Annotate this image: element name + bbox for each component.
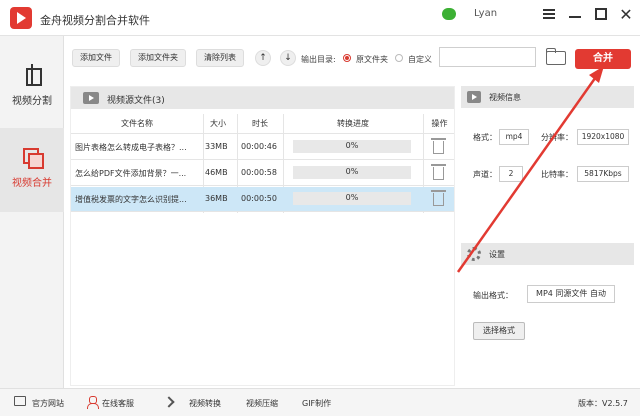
sidebar-item-split[interactable]: 视频分割 [0,46,64,130]
split-icon [21,64,43,86]
wechat-icon[interactable] [442,8,456,20]
video-info-title: 视频信息 [489,93,521,102]
gear-icon [467,247,481,261]
table-row[interactable]: 图片表格怎么转成电子表格？... 33MB 00:00:46 0% [71,135,454,160]
move-up-icon[interactable]: ↑ [255,50,271,66]
output-path-input[interactable] [439,47,536,67]
format-value: mp4 [499,129,529,145]
sidebar-item-merge[interactable]: 视频合并 [0,128,64,212]
channels-label: 声道： [473,170,497,179]
source-folder-radio[interactable] [343,54,351,62]
table-row[interactable]: 增值税发票的文字怎么识别提... 36MB 00:00:50 0% [71,187,454,212]
add-file-button[interactable]: 添加文件 [72,49,120,67]
column-header: 转换进度 [337,119,369,128]
file-name: 图片表格怎么转成电子表格？... [75,143,187,152]
video-info-header: 视频信息 [461,86,634,108]
progress-text: 0% [345,167,359,176]
online-support-link[interactable]: 在线客服 [102,398,134,409]
video-file-icon [83,92,99,104]
version-text: 版本：V2.5.7 [578,399,628,408]
merge-button[interactable]: 合并 [575,49,631,69]
output-format-label: 输出格式： [473,291,513,300]
custom-radio[interactable] [395,54,403,62]
output-format-field[interactable]: MP4 同源文件 自动 [527,285,615,303]
file-name: 怎么给PDF文件添加背景？一... [75,169,187,178]
video-compress-link[interactable]: 视频压缩 [246,398,278,409]
output-dir-label: 输出目录: [301,55,336,64]
column-header: 操作 [431,119,448,128]
file-list-panel: 视频源文件(3) 文件名称 大小 时长 转换进度 操作 图片表格怎么转成电子表格… [70,86,455,386]
convert-icon [163,396,175,408]
file-duration: 00:00:58 [241,168,277,177]
source-folder-label[interactable]: 原文件夹 [356,54,388,65]
app-title: 金舟视频分割合并软件 [40,14,150,27]
choose-format-button[interactable]: 选择格式 [473,322,525,340]
progress-text: 0% [345,193,359,202]
file-duration: 00:00:50 [241,194,277,203]
channels-value: 2 [499,166,523,182]
sidebar-item-label: 视频合并 [12,178,52,189]
toolbar: 添加文件 添加文件夹 清除列表 ↑ ↓ 输出目录: 原文件夹 自定义 合并 [64,36,640,80]
monitor-icon [14,396,26,406]
file-size: 36MB [205,194,228,203]
column-header: 文件名称 [121,119,153,128]
column-header: 大小 [210,119,226,128]
gif-make-link[interactable]: GIF制作 [302,398,331,409]
info-panel: 视频信息 格式： mp4 分辨率： 1920x1080 声道： 2 比特率： 5… [461,86,634,386]
table-header: 文件名称 大小 时长 转换进度 操作 [71,114,454,134]
delete-icon[interactable] [431,138,446,154]
video-convert-link[interactable]: 视频转换 [189,398,221,409]
app-logo-icon [10,7,32,29]
progress-bar: 0% [293,140,411,153]
file-size: 33MB [205,142,228,151]
bitrate-label: 比特率： [541,170,573,179]
title-bar: 金舟视频分割合并软件 Lyan ✕ [0,0,640,36]
bottom-bar: 官方网站 在线客服 视频转换 视频压缩 GIF制作 版本：V2.5.7 [0,388,640,416]
progress-bar: 0% [293,192,411,205]
settings-header: 设置 [461,243,634,265]
column-header: 时长 [252,119,268,128]
delete-icon[interactable] [431,190,446,206]
merge-icon [21,146,44,169]
minimize-button[interactable] [568,7,582,21]
format-label: 格式： [473,133,497,142]
progress-bar: 0% [293,166,411,179]
folder-open-icon[interactable] [546,48,566,65]
sidebar: 视频分割 视频合并 [0,36,64,388]
file-list-title: 视频源文件(3) [107,96,165,106]
resolution-label: 分辨率： [541,133,573,142]
delete-icon[interactable] [431,164,446,180]
custom-label[interactable]: 自定义 [408,54,432,65]
file-size: 46MB [205,168,228,177]
file-list-header: 视频源文件(3) [71,87,454,109]
bitrate-value: 5817Kbps [577,166,629,182]
table-row[interactable]: 怎么给PDF文件添加背景？一... 46MB 00:00:58 0% [71,161,454,186]
file-name: 增值税发票的文字怎么识别提... [75,195,187,204]
user-name[interactable]: Lyan [474,8,497,19]
resolution-value: 1920x1080 [577,129,629,145]
clear-list-button[interactable]: 清除列表 [196,49,244,67]
support-icon [86,396,99,409]
close-button[interactable]: ✕ [619,5,633,24]
maximize-button[interactable] [594,7,608,21]
sidebar-item-label: 视频分割 [12,96,52,107]
menu-icon[interactable] [542,7,556,21]
video-info-icon [467,91,481,103]
official-site-link[interactable]: 官方网站 [32,398,64,409]
settings-title: 设置 [489,250,505,259]
add-folder-button[interactable]: 添加文件夹 [130,49,186,67]
file-duration: 00:00:46 [241,142,277,151]
move-down-icon[interactable]: ↓ [280,50,296,66]
progress-text: 0% [345,141,359,150]
